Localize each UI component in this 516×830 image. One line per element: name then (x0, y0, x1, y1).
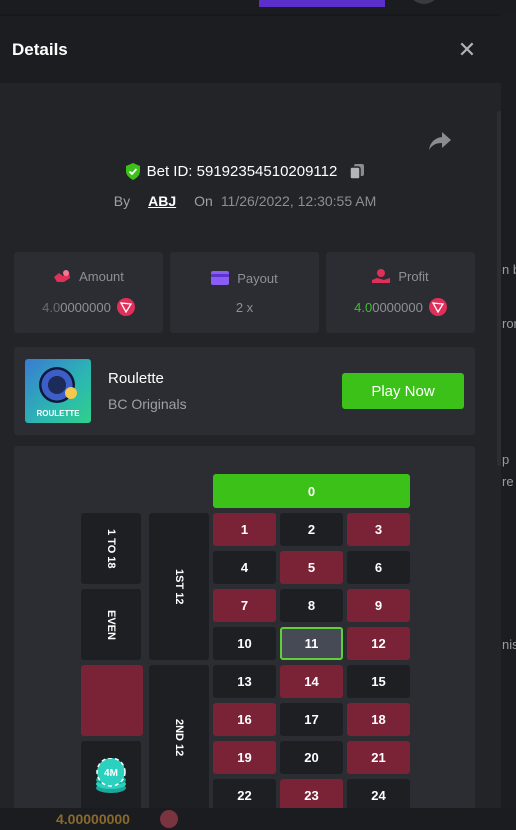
stat-amount-header: Amount (53, 269, 124, 284)
background-text-fragment: n b (502, 262, 516, 277)
roulette-number-cell[interactable]: 17 (280, 703, 343, 736)
game-card: ROULETTE Roulette BC Originals Play Now (14, 347, 475, 435)
by-label: By (113, 193, 131, 209)
bet-1-to-18[interactable]: 1 TO 18 (81, 513, 141, 584)
dozen-label: 2ND 12 (173, 719, 185, 757)
trx-coin-icon (116, 298, 135, 316)
trx-coin-icon (428, 298, 447, 316)
roulette-number-cell[interactable]: 4 (213, 551, 276, 584)
roulette-number-cell[interactable]: 3 (347, 513, 410, 546)
stat-profit-label: Profit (398, 269, 429, 284)
roulette-number-cell[interactable]: 15 (347, 665, 410, 698)
background-purple-button (259, 0, 385, 7)
play-now-button[interactable]: Play Now (342, 373, 464, 409)
roulette-number-cell[interactable]: 6 (347, 551, 410, 584)
roulette-number-cell[interactable]: 14 (280, 665, 343, 698)
bet-date: 11/26/2022, 12:30:55 AM (220, 193, 377, 209)
roulette-number-cell[interactable]: 20 (280, 741, 343, 774)
roulette-number-cell[interactable]: 23 (280, 779, 343, 808)
background-topbar (0, 0, 516, 14)
profit-green: 4.0 (354, 299, 373, 315)
roulette-number-cell[interactable]: 11 (280, 627, 343, 660)
stat-amount-label: Amount (79, 269, 124, 284)
stat-payout-header: Payout (211, 270, 278, 286)
stat-payout-value: 2 x (235, 299, 254, 315)
roulette-number-cell[interactable]: 12 (347, 627, 410, 660)
side-label: EVEN (105, 609, 117, 640)
roulette-number-cell[interactable]: 24 (347, 779, 410, 808)
chip-label: 4M (104, 768, 118, 779)
bet-red[interactable] (81, 665, 143, 736)
stat-payout-label: Payout (237, 270, 278, 286)
ball-icon (65, 387, 77, 399)
amount-icon (54, 270, 71, 282)
roulette-number-cell[interactable]: 1 (213, 513, 276, 546)
roulette-number-cell[interactable]: 8 (280, 589, 343, 622)
profit-rest: 0000000 (372, 299, 423, 315)
bet-details-modal: Details ✕ Bet ID: 59192354510209112 By A… (0, 16, 501, 808)
background-text-fragment: nis (502, 637, 516, 652)
user-link[interactable]: ABJ (148, 193, 176, 209)
payout-card-icon (211, 271, 230, 285)
game-provider: BC Originals (108, 396, 187, 412)
roulette-number-cell[interactable]: 22 (213, 779, 276, 808)
bet-id-text: Bet ID: 59192354510209112 (146, 163, 338, 180)
stat-amount-value: 4.00000000 (42, 298, 135, 316)
roulette-number-cell[interactable]: 7 (213, 589, 276, 622)
copy-icon[interactable] (349, 163, 365, 180)
scrollbar[interactable] (497, 111, 501, 466)
amount-rest: 0000000 (60, 299, 111, 315)
bet-2nd-12[interactable]: 2ND 12 (149, 665, 209, 808)
background-text-fragment: ror (502, 316, 516, 331)
stats-row: Amount 4.00000000 Payout 2 x Profit 4.00… (14, 252, 475, 333)
bet-chip-icon: 4M (96, 758, 126, 793)
stat-profit-header: Profit (372, 269, 429, 284)
roulette-number-cell[interactable]: 5 (280, 551, 343, 584)
verified-shield-icon (125, 163, 140, 180)
roulette-number-cell[interactable]: 16 (213, 703, 276, 736)
share-icon[interactable] (428, 130, 452, 152)
dozen-label: 1ST 12 (173, 568, 185, 605)
thumbnail-label: ROULETTE (36, 409, 80, 418)
roulette-number-cell[interactable]: 13 (213, 665, 276, 698)
bet-even[interactable]: EVEN (81, 589, 141, 660)
stat-amount: Amount 4.00000000 (14, 252, 163, 333)
stat-payout: Payout 2 x (170, 252, 319, 333)
bet-meta-row: By ABJ On 11/26/2022, 12:30:55 AM (0, 193, 490, 209)
background-right-column (501, 14, 516, 830)
bet-1st-12[interactable]: 1ST 12 (149, 513, 209, 660)
roulette-number-cell[interactable]: 19 (213, 741, 276, 774)
roulette-table: 0 1 TO 18 EVEN 4M 1ST 12 2ND 12 12345678… (14, 446, 475, 808)
roulette-number-cell[interactable]: 9 (347, 589, 410, 622)
stat-profit-value: 4.00000000 (354, 298, 447, 316)
cell-zero[interactable]: 0 (213, 474, 410, 508)
game-name: Roulette (108, 370, 164, 387)
background-text-fragment: re (502, 474, 514, 489)
stat-profit: Profit 4.00000000 (326, 252, 475, 333)
roulette-number-cell[interactable]: 21 (347, 741, 410, 774)
modal-title: Details (12, 39, 68, 59)
background-text-fragment: p (502, 452, 510, 467)
roulette-number-cell[interactable]: 2 (280, 513, 343, 546)
close-icon[interactable]: ✕ (457, 38, 477, 60)
background-bottom-amount: 4.00000000 (56, 811, 130, 827)
on-label: On (194, 193, 213, 209)
side-label: 1 TO 18 (105, 528, 117, 569)
bet-id-row: Bet ID: 59192354510209112 (0, 163, 490, 180)
bet-odd[interactable]: 4M (81, 741, 141, 808)
amount-dim: 4.0 (42, 299, 61, 315)
profit-icon (372, 269, 391, 283)
background-coin-icon (160, 810, 178, 828)
modal-header: Details ✕ (0, 16, 501, 83)
roulette-number-cell[interactable]: 18 (347, 703, 410, 736)
roulette-thumbnail[interactable]: ROULETTE (25, 359, 91, 423)
roulette-number-cell[interactable]: 10 (213, 627, 276, 660)
game-info: Roulette BC Originals (108, 370, 342, 412)
